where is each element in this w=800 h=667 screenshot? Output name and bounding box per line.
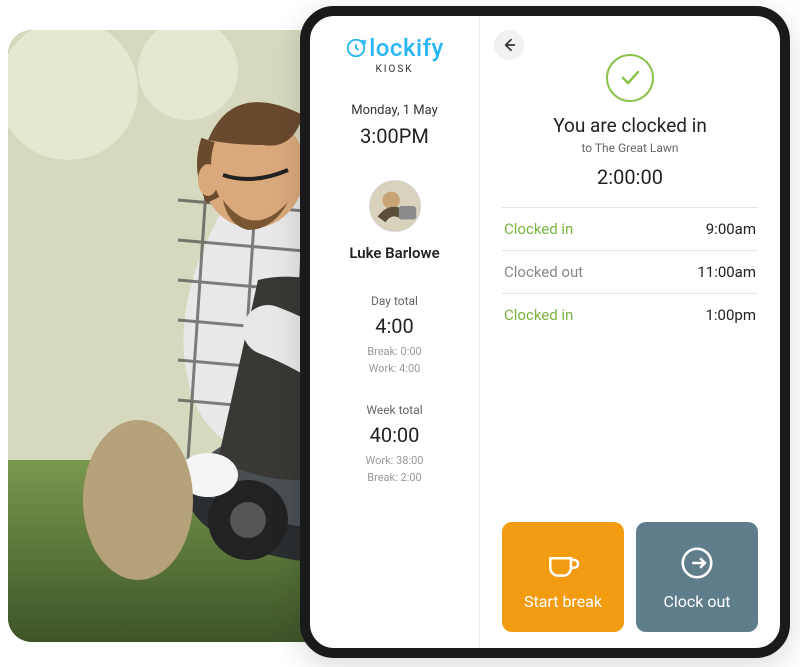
brand-logo: lockify bbox=[345, 34, 444, 62]
clock-out-button[interactable]: Clock out bbox=[636, 522, 758, 632]
log-label: Clocked in bbox=[504, 306, 573, 324]
coffee-icon bbox=[544, 544, 582, 582]
week-total-value: 40:00 bbox=[366, 423, 424, 447]
log-label: Clocked out bbox=[504, 263, 583, 281]
log-row: Clocked out 11:00am bbox=[502, 251, 758, 294]
status-subtitle: to The Great Lawn bbox=[502, 141, 758, 155]
day-work: Work: 4:00 bbox=[367, 361, 421, 378]
arrow-left-icon bbox=[501, 37, 517, 53]
log-row: Clocked in 9:00am bbox=[502, 208, 758, 251]
log-time: 9:00am bbox=[706, 220, 756, 238]
clock-out-icon bbox=[678, 544, 716, 582]
day-total-section: Day total 4:00 Break: 0:00 Work: 4:00 bbox=[367, 294, 421, 377]
start-break-button[interactable]: Start break bbox=[502, 522, 624, 632]
log-label: Clocked in bbox=[504, 220, 573, 238]
current-time: 3:00PM bbox=[360, 124, 429, 148]
current-date: Monday, 1 May bbox=[351, 103, 438, 118]
avatar bbox=[369, 180, 421, 232]
kiosk-device: lockify KIOSK Monday, 1 May 3:00PM Luke … bbox=[300, 6, 790, 658]
week-total-section: Week total 40:00 Work: 38:00 Break: 2:00 bbox=[366, 403, 424, 486]
status-check-icon bbox=[606, 54, 654, 102]
back-button[interactable] bbox=[494, 30, 524, 60]
brand-text: lockify bbox=[369, 34, 444, 62]
day-break: Break: 0:00 bbox=[367, 344, 421, 361]
main-panel: You are clocked in to The Great Lawn 2:0… bbox=[480, 16, 780, 648]
action-bar: Start break Clock out bbox=[502, 508, 758, 632]
clock-icon bbox=[345, 37, 367, 59]
status-title: You are clocked in bbox=[502, 114, 758, 137]
brand-subtitle: KIOSK bbox=[375, 64, 413, 75]
sidebar: lockify KIOSK Monday, 1 May 3:00PM Luke … bbox=[310, 16, 480, 648]
elapsed-time: 2:00:00 bbox=[502, 165, 758, 189]
week-work: Work: 38:00 bbox=[366, 453, 424, 470]
log-time: 1:00pm bbox=[705, 306, 756, 324]
log-row: Clocked in 1:00pm bbox=[502, 294, 758, 336]
clock-out-label: Clock out bbox=[663, 592, 730, 611]
week-total-label: Week total bbox=[366, 403, 424, 417]
log-time: 11:00am bbox=[697, 263, 756, 281]
day-total-value: 4:00 bbox=[367, 314, 421, 338]
time-log: Clocked in 9:00am Clocked out 11:00am Cl… bbox=[502, 207, 758, 336]
week-break: Break: 2:00 bbox=[366, 470, 424, 487]
day-total-label: Day total bbox=[367, 294, 421, 308]
user-name: Luke Barlowe bbox=[349, 244, 439, 262]
start-break-label: Start break bbox=[524, 592, 602, 611]
